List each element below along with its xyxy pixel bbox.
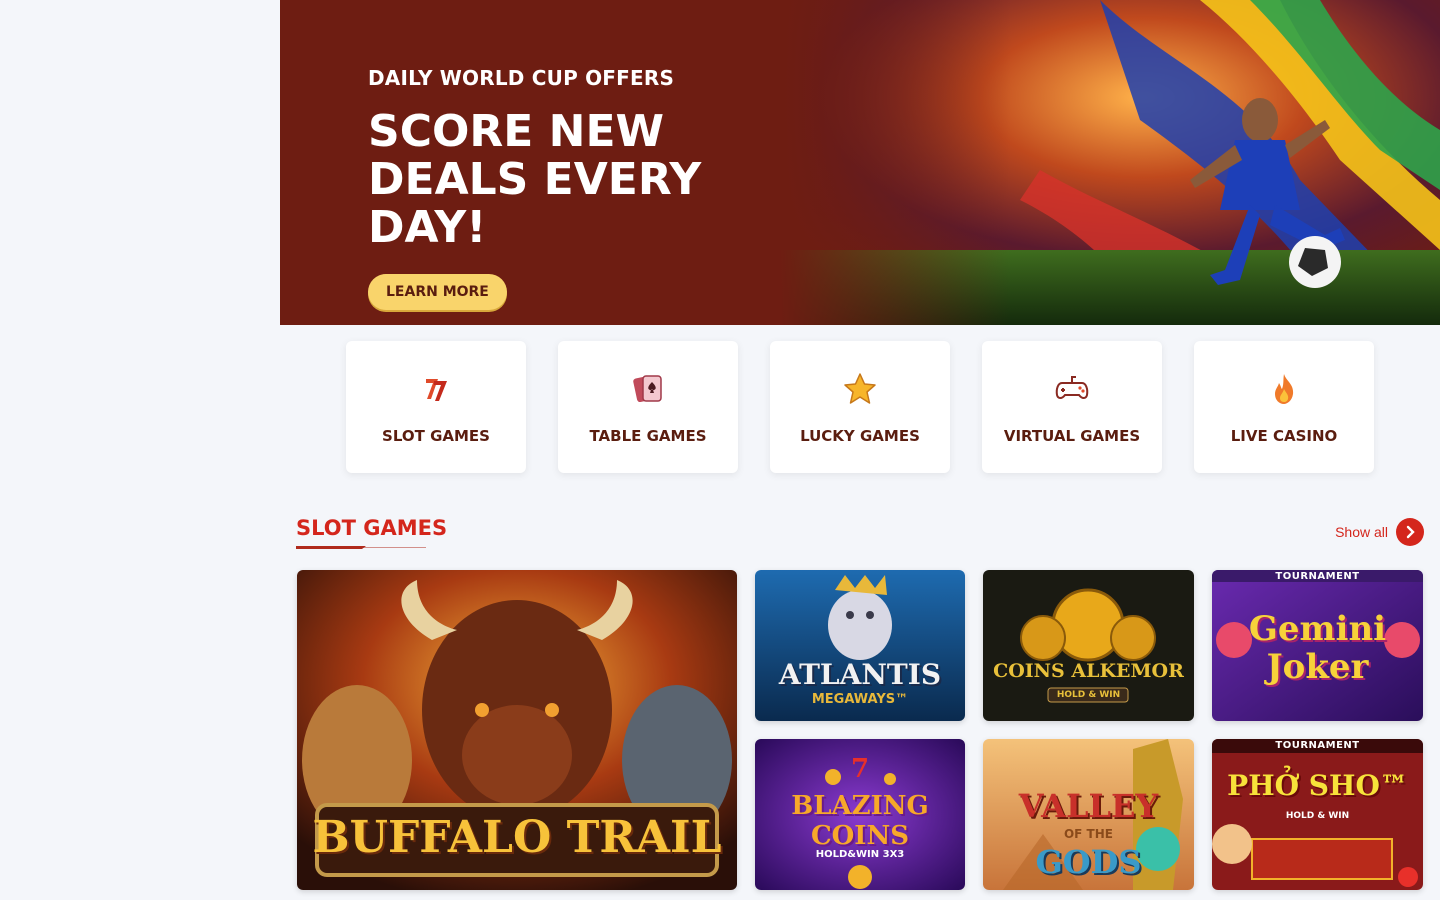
hero-banner[interactable]: DAILY WORLD CUP OFFERS SCORE NEW DEALS E… xyxy=(280,0,1440,325)
category-label: TABLE GAMES xyxy=(589,427,707,445)
game-subtitle: HOLD & WIN xyxy=(1056,690,1121,700)
flame-icon xyxy=(1266,371,1302,407)
game-subtitle: MEGAWAYS™ xyxy=(811,692,909,707)
hero-kicker: DAILY WORLD CUP OFFERS xyxy=(368,66,675,90)
game-title: PHỞ SHO™ xyxy=(1227,769,1408,802)
category-cards: SLOT GAMES TABLE GAMES LUCKY GAMES VIRTU… xyxy=(346,341,1374,473)
game-title: BLAZING COINS xyxy=(791,791,929,851)
game-subtitle: HOLD&WIN 3X3 xyxy=(815,849,905,860)
game-subtitle: OF THE xyxy=(1063,827,1113,841)
tournament-ribbon: TOURNAMENT xyxy=(1275,571,1360,582)
game-subtitle: HOLD & WIN xyxy=(1285,811,1350,821)
game-tile-coins-alkemor[interactable]: COINS ALKEMOR HOLD & WIN xyxy=(983,570,1194,721)
category-slot-games[interactable]: SLOT GAMES xyxy=(346,341,526,473)
section-underline xyxy=(296,546,426,549)
game-title: BUFFALO TRAIL xyxy=(312,812,722,863)
category-live-casino[interactable]: LIVE CASINO xyxy=(1194,341,1374,473)
learn-more-button[interactable]: LEARN MORE xyxy=(368,274,507,310)
game-tile-buffalo-trail[interactable]: BUFFALO TRAIL xyxy=(297,570,737,890)
game-title: ATLANTIS xyxy=(778,658,942,691)
game-title: VALLEY xyxy=(1018,787,1159,825)
category-label: LUCKY GAMES xyxy=(800,427,920,445)
tournament-ribbon: TOURNAMENT xyxy=(1275,740,1360,751)
svg-text:7: 7 xyxy=(851,754,869,784)
show-all-link[interactable]: Show all xyxy=(1335,518,1424,546)
game-title-line2: GODS xyxy=(1035,843,1142,881)
category-label: VIRTUAL GAMES xyxy=(1003,427,1141,445)
hero-title: SCORE NEW DEALS EVERY DAY! xyxy=(368,106,702,253)
left-blank-area xyxy=(0,0,280,900)
category-virtual-games[interactable]: VIRTUAL GAMES xyxy=(982,341,1162,473)
hero-football-player-image xyxy=(780,0,1440,325)
category-label: LIVE CASINO xyxy=(1230,427,1338,445)
section-title-slot-games: SLOT GAMES xyxy=(296,516,448,540)
category-table-games[interactable]: TABLE GAMES xyxy=(558,341,738,473)
category-lucky-games[interactable]: LUCKY GAMES xyxy=(770,341,950,473)
show-all-label: Show all xyxy=(1335,524,1388,540)
game-tile-gemini-joker[interactable]: TOURNAMENT Gemini Joker xyxy=(1212,570,1423,721)
chevron-right-icon[interactable] xyxy=(1396,518,1424,546)
gamepad-icon xyxy=(1054,371,1090,407)
game-title: COINS ALKEMOR xyxy=(993,660,1184,682)
star-icon xyxy=(842,371,878,407)
game-tile-valley-of-the-gods[interactable]: VALLEY OF THE GODS xyxy=(983,739,1194,890)
slot-sevens-icon xyxy=(418,371,454,407)
category-label: SLOT GAMES xyxy=(382,427,490,445)
game-title: Gemini Joker xyxy=(1248,609,1387,687)
game-tile-pho-sho[interactable]: TOURNAMENT PHỞ SHO™ HOLD & WIN xyxy=(1212,739,1423,890)
playing-cards-icon xyxy=(630,371,666,407)
game-tile-atlantis[interactable]: ATLANTIS MEGAWAYS™ xyxy=(755,570,965,721)
game-tile-blazing-coins[interactable]: 7 BLAZING COINS HOLD&WIN 3X3 xyxy=(755,739,965,890)
